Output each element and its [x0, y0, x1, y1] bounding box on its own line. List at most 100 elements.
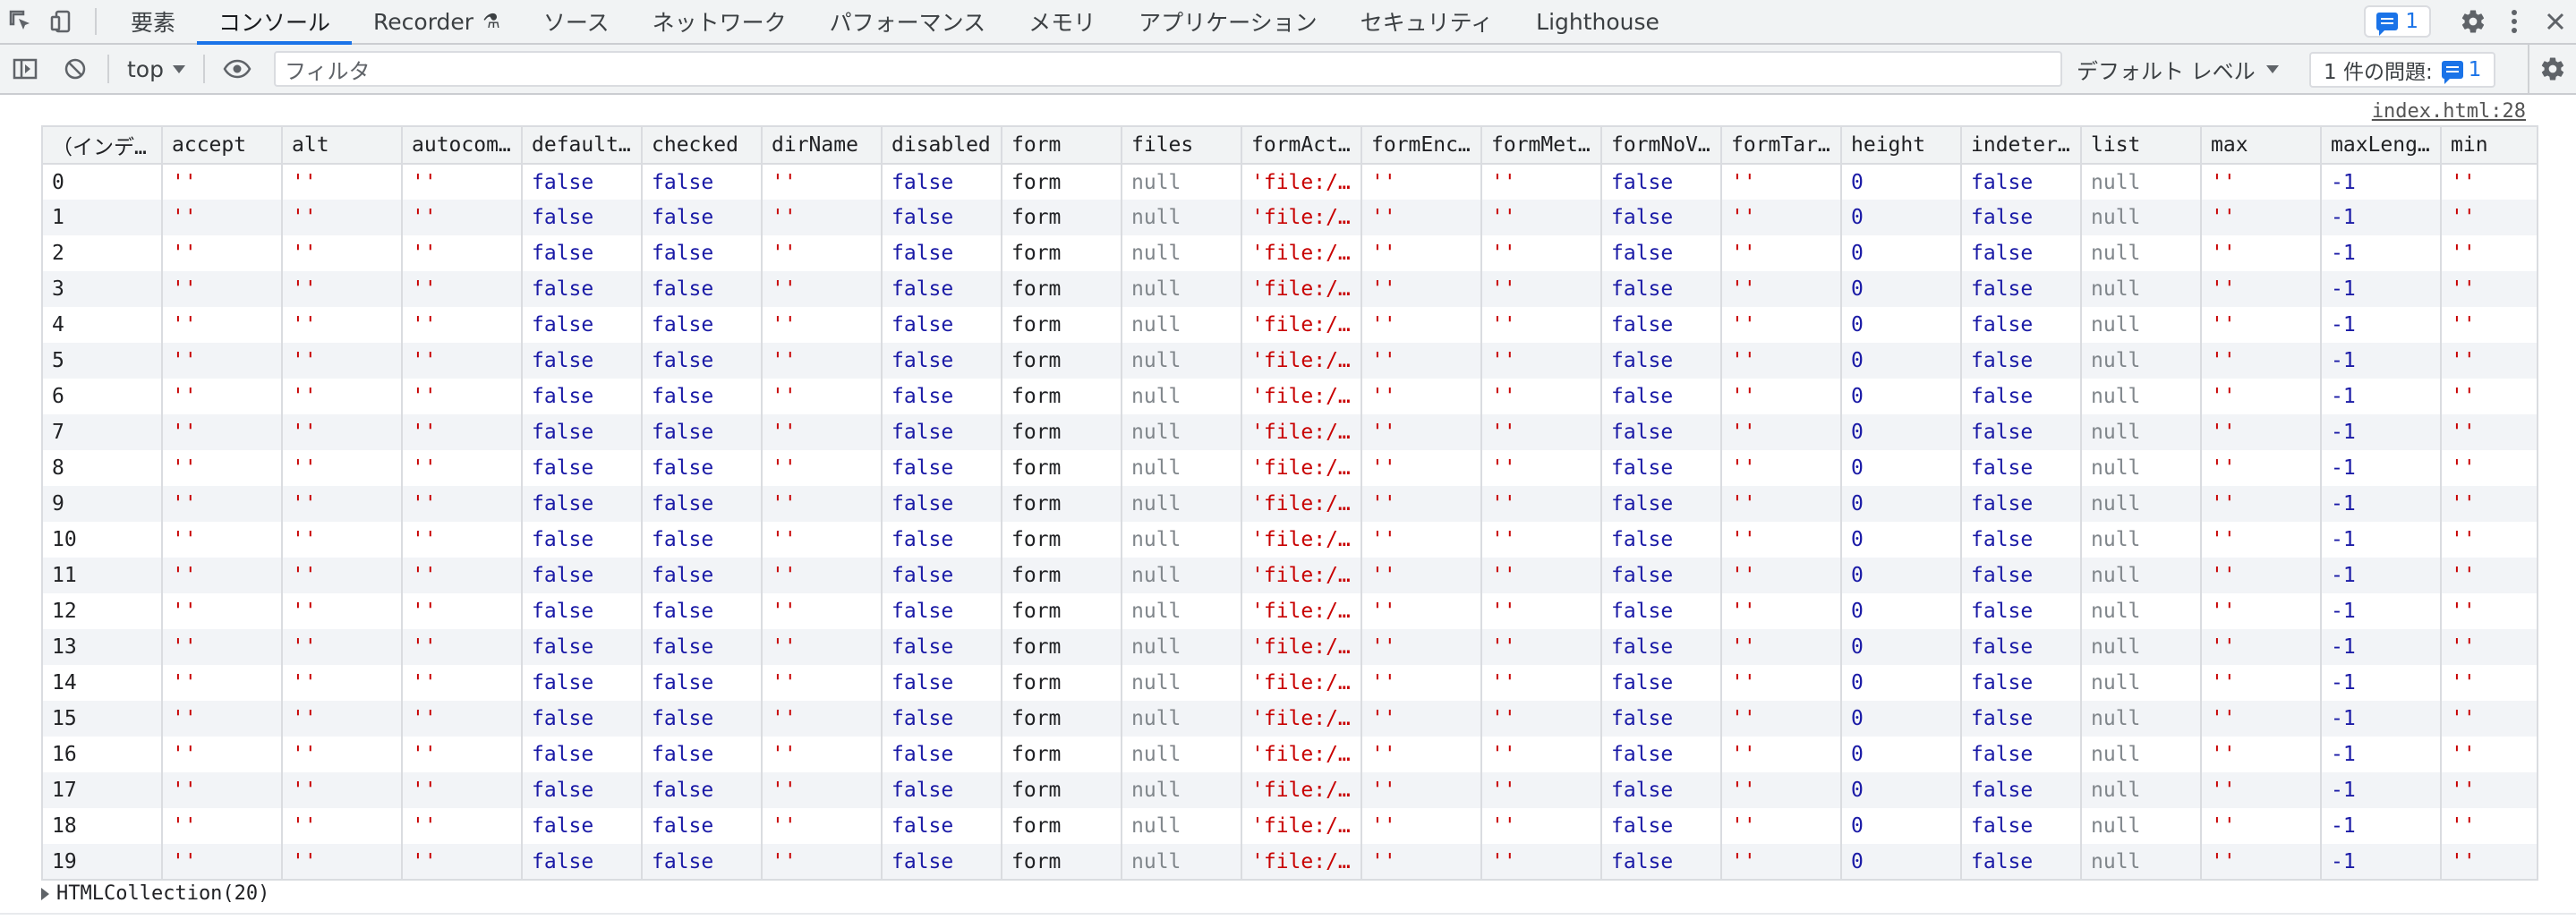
- column-header[interactable]: maxLeng…: [2320, 126, 2441, 165]
- column-header[interactable]: list: [2080, 126, 2201, 165]
- show-sidebar-icon[interactable]: [0, 45, 50, 93]
- column-header[interactable]: autocom…: [401, 126, 522, 165]
- collection-expander[interactable]: HTMLCollection(20): [41, 882, 269, 905]
- table-cell: -1: [2320, 379, 2441, 414]
- column-header[interactable]: indeter…: [1960, 126, 2081, 165]
- table-cell: '': [2440, 271, 2538, 307]
- table-cell: '': [2440, 558, 2538, 593]
- table-cell: false: [521, 593, 642, 629]
- table-cell: false: [881, 271, 1002, 307]
- table-cell: false: [881, 772, 1002, 808]
- column-header[interactable]: default…: [521, 126, 642, 165]
- table-row: 17 '' '' '' false false '' false form null'file:/…: [41, 772, 2538, 808]
- table-cell: '': [281, 522, 402, 558]
- more-options-icon[interactable]: [2494, 0, 2535, 43]
- tab-2[interactable]: Recorder ⚗: [352, 0, 522, 43]
- table-cell: 'file:/…: [1241, 737, 1361, 772]
- close-icon[interactable]: [2535, 0, 2576, 43]
- table-cell: '': [2200, 558, 2321, 593]
- table-cell: '': [1361, 772, 1481, 808]
- column-header[interactable]: checked: [641, 126, 762, 165]
- column-header[interactable]: files: [1121, 126, 1241, 165]
- column-header[interactable]: formMet…: [1480, 126, 1601, 165]
- table-cell: '': [1361, 200, 1481, 235]
- column-header[interactable]: disabled: [881, 126, 1002, 165]
- table-cell: '': [161, 271, 282, 307]
- column-header[interactable]: dirName: [761, 126, 882, 165]
- table-cell: false: [1600, 844, 1721, 880]
- tab-7[interactable]: アプリケーション: [1117, 0, 1339, 43]
- table-cell: false: [1600, 450, 1721, 486]
- column-header[interactable]: （インデ…: [41, 126, 162, 165]
- table-row: 11 '' '' '' false false '' false form null'file:/…: [41, 558, 2538, 593]
- issues-counter-button[interactable]: 1: [2364, 5, 2431, 38]
- table-cell: false: [521, 164, 642, 200]
- table-cell: form: [1001, 164, 1122, 200]
- column-header[interactable]: formEnc…: [1361, 126, 1481, 165]
- table-cell: false: [881, 522, 1002, 558]
- collection-label: HTMLCollection(20): [56, 882, 270, 905]
- column-header[interactable]: formNoV…: [1600, 126, 1721, 165]
- table-cell: 0: [1840, 844, 1961, 880]
- tab-3[interactable]: ソース: [522, 0, 631, 43]
- table-cell: '': [281, 164, 402, 200]
- device-toolbar-icon[interactable]: [41, 0, 82, 43]
- tab-1[interactable]: コンソール: [197, 0, 353, 45]
- table-cell: '': [161, 558, 282, 593]
- table-cell: '': [1361, 414, 1481, 450]
- table-cell: -1: [2320, 343, 2441, 379]
- table-cell: false: [881, 737, 1002, 772]
- row-index: 9: [41, 486, 162, 522]
- table-cell: form: [1001, 737, 1122, 772]
- column-header[interactable]: min: [2440, 126, 2538, 165]
- table-cell: '': [1720, 379, 1841, 414]
- table-cell: -1: [2320, 414, 2441, 450]
- tab-0[interactable]: 要素: [109, 0, 197, 43]
- column-header[interactable]: accept: [161, 126, 282, 165]
- table-cell: '': [2440, 235, 2538, 271]
- tab-9[interactable]: Lighthouse: [1514, 0, 1681, 43]
- table-cell: null: [1121, 307, 1241, 343]
- table-cell: '': [281, 343, 402, 379]
- filter-input[interactable]: フィルタ: [274, 51, 2062, 87]
- table-cell: form: [1001, 450, 1122, 486]
- table-row: 2 '' '' '' false false '' false form null'file:/……: [41, 235, 2538, 271]
- tab-5[interactable]: パフォーマンス: [808, 0, 1008, 43]
- console-settings-gear-icon[interactable]: [2528, 45, 2576, 93]
- table-cell: false: [881, 701, 1002, 737]
- inspect-element-icon[interactable]: [0, 0, 41, 43]
- row-index: 16: [41, 737, 162, 772]
- column-header[interactable]: height: [1840, 126, 1961, 165]
- tab-6[interactable]: メモリ: [1007, 0, 1117, 43]
- table-row: 16 '' '' '' false false '' false form null'file:/…: [41, 737, 2538, 772]
- clear-console-icon[interactable]: [50, 45, 100, 93]
- log-levels-dropdown[interactable]: デフォルト レベル: [2077, 45, 2279, 93]
- context-selector[interactable]: top: [116, 56, 196, 82]
- issues-count: 1: [2405, 10, 2418, 33]
- source-link[interactable]: index.html:28: [2372, 100, 2526, 123]
- table-cell: false: [641, 772, 762, 808]
- column-header[interactable]: formAct…: [1241, 126, 1361, 165]
- table-cell: 'file:/…: [1241, 343, 1361, 379]
- table-cell: null: [2080, 772, 2201, 808]
- table-cell: '': [281, 271, 402, 307]
- issues-button[interactable]: 1 件の問題: 1: [2309, 52, 2496, 88]
- column-header[interactable]: form: [1001, 126, 1122, 165]
- table-cell: '': [761, 737, 882, 772]
- table-cell: false: [1600, 808, 1721, 844]
- table-cell: false: [1960, 450, 2081, 486]
- table-cell: 0: [1840, 772, 1961, 808]
- live-expression-eye-icon[interactable]: [212, 45, 262, 93]
- tab-8[interactable]: セキュリティ: [1339, 0, 1515, 43]
- table-cell: form: [1001, 629, 1122, 665]
- table-cell: false: [1600, 414, 1721, 450]
- table-cell: '': [1720, 629, 1841, 665]
- column-header[interactable]: max: [2200, 126, 2321, 165]
- table-cell: 'file:/…: [1241, 522, 1361, 558]
- table-cell: '': [2440, 379, 2538, 414]
- table-cell: false: [1600, 558, 1721, 593]
- tab-4[interactable]: ネットワーク: [631, 0, 808, 43]
- column-header[interactable]: alt: [281, 126, 402, 165]
- settings-gear-icon[interactable]: [2452, 0, 2494, 43]
- column-header[interactable]: formTar…: [1720, 126, 1841, 165]
